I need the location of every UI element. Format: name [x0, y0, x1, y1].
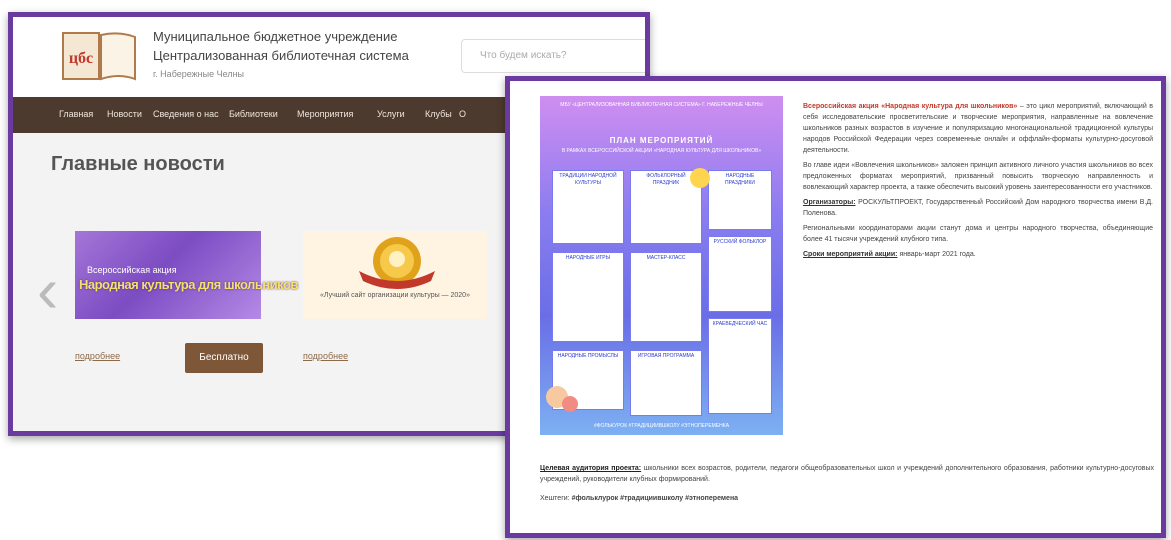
poster-event-box: МАСТЕР-КЛАСС [630, 252, 702, 342]
dates-label: Сроки мероприятий акции: [803, 251, 898, 258]
org-line-1: Муниципальное бюджетное учреждение [153, 29, 398, 44]
poster-event-box: НАРОДНЫЕ ИГРЫ [552, 252, 624, 342]
card1-main-text: Народная культура для школьников [79, 277, 298, 292]
event-poster: МБУ «ЦЕНТРАЛИЗОВАННАЯ БИБЛИОТЕЧНАЯ СИСТЕ… [540, 96, 783, 435]
logo-text: цбс [69, 50, 93, 67]
news-title: Главные новости [51, 153, 225, 175]
news-card-best-site[interactable]: «Лучший сайт организации культуры — 2020… [303, 231, 487, 319]
card1-top-text: Всероссийская акция [87, 265, 177, 275]
nav-item-clubs[interactable]: Клубы [425, 109, 452, 119]
nav-item-events[interactable]: Мероприятия [297, 109, 353, 119]
award-badge-icon [359, 237, 435, 289]
card2-more-link[interactable]: подробнее [303, 351, 348, 361]
poster-event-box: ТРАДИЦИИ НАРОДНОЙ КУЛЬТУРЫ [552, 170, 624, 244]
child-illustration-icon [690, 168, 710, 188]
org-city: г. Набережные Челны [153, 69, 245, 79]
carousel-prev-arrow-icon[interactable]: ‹ [37, 258, 58, 322]
card2-caption: «Лучший сайт организации культуры — 2020… [320, 292, 470, 299]
poster-plan-title: ПЛАН МЕРОПРИЯТИЙ [609, 136, 714, 145]
poster-event-box: РУССКИЙ ФОЛЬКЛОР [708, 236, 772, 312]
article-paragraph-1: – это цикл мероприятий, включающий в себ… [803, 103, 1153, 154]
hashtags-label: Хештеги: [540, 495, 570, 502]
child-illustration-icon [562, 396, 578, 412]
article-hashtags: #фольклурок #традициившколу #этноперемен… [571, 495, 739, 502]
nav-item-about[interactable]: Сведения о нас [153, 109, 219, 119]
organization-name: Муниципальное бюджетное учреждение Центр… [153, 27, 409, 84]
article-paragraph-2: Во главе идеи «Вовлечения школьников» за… [803, 162, 1153, 191]
poster-event-box: НАРОДНЫЕ ПРАЗДНИКИ [708, 170, 772, 230]
nav-item-news[interactable]: Новости [107, 109, 142, 119]
nav-item-libraries[interactable]: Библиотеки [229, 109, 278, 119]
article-text: Всероссийская акция «Народная культура д… [803, 101, 1153, 264]
nav-item-home[interactable]: Главная [59, 109, 93, 119]
audience-label: Целевая аудитория проекта: [540, 465, 642, 472]
poster-plan-desc: В РАМКАХ ВСЕРОССИЙСКОЙ АКЦИИ «НАРОДНАЯ К… [561, 148, 762, 154]
search-input[interactable]: Что будем искать? [461, 39, 645, 73]
free-button[interactable]: Бесплатно [185, 343, 263, 373]
nav-item-services[interactable]: Услуги [377, 109, 405, 119]
article-screenshot-window: МБУ «ЦЕНТРАЛИЗОВАННАЯ БИБЛИОТЕЧНАЯ СИСТЕ… [505, 76, 1166, 538]
poster-hashtags: #ФОЛЬКУРОК #ТРАДИЦИИВШКОЛУ #ЭТНОПЕРЕМЕНК… [593, 423, 730, 429]
organizers-label: Организаторы: [803, 199, 856, 206]
library-logo[interactable]: цбс [61, 29, 139, 83]
poster-header: МБУ «ЦЕНТРАЛИЗОВАННАЯ БИБЛИОТЕЧНАЯ СИСТЕ… [560, 102, 763, 108]
poster-event-box: ИГРОВАЯ ПРОГРАММА [630, 350, 702, 416]
card1-more-link[interactable]: подробнее [75, 351, 120, 361]
article-heading: Всероссийская акция «Народная культура д… [803, 103, 1018, 110]
poster-event-box: КРАЕВЕДЧЕСКИЙ ЧАС [708, 318, 772, 414]
article-bottom-text: Целевая аудитория проекта: школьники все… [540, 463, 1154, 512]
dates-text: январь-март 2021 года. [899, 251, 976, 258]
news-card-folk-culture[interactable]: Всероссийская акция Народная культура дл… [75, 231, 298, 319]
nav-item-more[interactable]: О [459, 109, 466, 119]
org-line-2: Централизованная библиотечная система [153, 48, 409, 63]
organizers-text: РОСКУЛЬТПРОЕКТ, Государственный Российск… [803, 199, 1154, 217]
article-paragraph-4: Региональными координаторами акции стану… [803, 225, 1153, 243]
